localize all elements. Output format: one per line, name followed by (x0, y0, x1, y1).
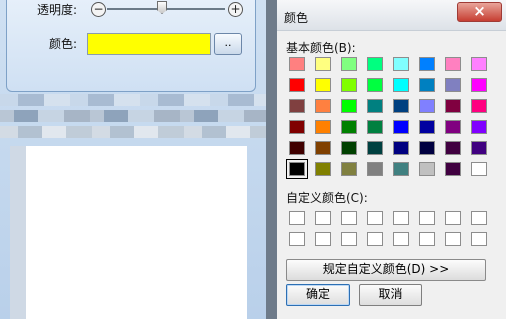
window-gap (266, 0, 276, 319)
basic-color-swatch[interactable] (315, 78, 331, 92)
basic-color-swatch[interactable] (289, 57, 305, 71)
custom-color-swatch[interactable] (471, 211, 487, 225)
basic-color-swatch[interactable] (289, 141, 305, 155)
custom-color-swatch[interactable] (367, 232, 383, 246)
dialog-titlebar: 颜色 × (277, 0, 506, 31)
basic-color-swatch[interactable] (341, 57, 357, 71)
define-custom-colors-button[interactable]: 规定自定义颜色(D) >> (286, 259, 486, 281)
dialog-title: 颜色 (284, 11, 309, 25)
opacity-slider-thumb[interactable] (157, 1, 167, 14)
basic-color-swatch[interactable] (419, 78, 435, 92)
custom-colors-grid (289, 211, 487, 246)
selected-color-swatch[interactable] (87, 33, 211, 55)
basic-color-swatch[interactable] (367, 141, 383, 155)
custom-color-swatch[interactable] (393, 232, 409, 246)
custom-color-swatch[interactable] (289, 211, 305, 225)
custom-color-swatch[interactable] (289, 232, 305, 246)
custom-color-swatch[interactable] (341, 232, 357, 246)
basic-color-swatch[interactable] (471, 57, 487, 71)
custom-color-swatch[interactable] (445, 211, 461, 225)
left-sidebar-strip (10, 146, 26, 319)
basic-color-swatch[interactable] (315, 99, 331, 113)
basic-color-swatch[interactable] (445, 78, 461, 92)
plus-circle-icon[interactable]: + (228, 2, 243, 17)
basic-color-swatch[interactable] (419, 57, 435, 71)
basic-color-swatch[interactable] (341, 162, 357, 176)
basic-color-swatch[interactable] (341, 78, 357, 92)
basic-color-swatch[interactable] (445, 120, 461, 134)
basic-color-swatch[interactable] (393, 120, 409, 134)
basic-color-swatch[interactable] (393, 57, 409, 71)
blurred-background-strip (0, 126, 266, 138)
basic-color-swatch[interactable] (367, 78, 383, 92)
basic-color-swatch[interactable] (341, 120, 357, 134)
basic-color-swatch[interactable] (315, 141, 331, 155)
custom-color-swatch[interactable] (471, 232, 487, 246)
basic-color-swatch[interactable] (367, 57, 383, 71)
basic-color-swatch[interactable] (315, 120, 331, 134)
basic-color-swatch[interactable] (289, 99, 305, 113)
basic-color-swatch[interactable] (471, 120, 487, 134)
basic-colors-grid (286, 57, 487, 179)
ok-button[interactable]: 确定 (286, 284, 350, 306)
custom-color-swatch[interactable] (315, 211, 331, 225)
opacity-label: 透明度: (37, 3, 78, 17)
color-browse-button[interactable]: .. (214, 33, 242, 55)
basic-color-swatch[interactable] (445, 141, 461, 155)
settings-box: 透明度: − + 颜色: .. (6, 0, 256, 92)
blurred-background-strip (0, 94, 266, 106)
dialog-body: 基本颜色(B): 自定义颜色(C): 规定自定义颜色(D) >> 确定 取消 (277, 31, 506, 319)
basic-color-swatch[interactable] (393, 78, 409, 92)
basic-color-swatch[interactable] (393, 99, 409, 113)
background-app-panel: 透明度: − + 颜色: .. (0, 0, 266, 319)
basic-color-swatch[interactable] (289, 120, 305, 134)
basic-color-swatch[interactable] (341, 141, 357, 155)
custom-color-swatch[interactable] (315, 232, 331, 246)
custom-color-swatch[interactable] (341, 211, 357, 225)
basic-color-swatch[interactable] (367, 162, 383, 176)
basic-color-swatch[interactable] (367, 120, 383, 134)
basic-color-swatch[interactable] (315, 162, 331, 176)
custom-color-swatch[interactable] (419, 211, 435, 225)
custom-color-swatch[interactable] (393, 211, 409, 225)
basic-color-swatch[interactable] (286, 159, 308, 179)
basic-color-swatch[interactable] (471, 141, 487, 155)
basic-color-swatch[interactable] (445, 162, 461, 176)
basic-color-swatch[interactable] (341, 99, 357, 113)
basic-color-swatch[interactable] (367, 99, 383, 113)
cancel-button[interactable]: 取消 (359, 284, 422, 306)
basic-color-swatch[interactable] (419, 120, 435, 134)
basic-color-swatch[interactable] (471, 78, 487, 92)
basic-color-swatch[interactable] (315, 57, 331, 71)
basic-color-swatch[interactable] (393, 141, 409, 155)
basic-colors-label: 基本颜色(B): (286, 41, 356, 55)
close-button[interactable]: × (457, 2, 502, 22)
custom-color-swatch[interactable] (419, 232, 435, 246)
basic-color-swatch[interactable] (445, 57, 461, 71)
basic-color-swatch[interactable] (393, 162, 409, 176)
basic-color-swatch[interactable] (419, 162, 435, 176)
color-label: 颜色: (49, 37, 78, 51)
basic-color-swatch[interactable] (419, 99, 435, 113)
white-content-area (26, 146, 247, 319)
custom-color-swatch[interactable] (445, 232, 461, 246)
blurred-background-strip (0, 110, 266, 122)
color-dialog: 颜色 × 基本颜色(B): 自定义颜色(C): 规定自定义颜色(D) >> 确定… (276, 0, 506, 319)
minus-circle-icon[interactable]: − (91, 2, 106, 17)
basic-color-swatch[interactable] (289, 78, 305, 92)
basic-color-swatch[interactable] (471, 99, 487, 113)
basic-color-swatch[interactable] (471, 162, 487, 176)
basic-color-swatch[interactable] (419, 141, 435, 155)
custom-colors-label: 自定义颜色(C): (286, 191, 368, 205)
custom-color-swatch[interactable] (367, 211, 383, 225)
basic-color-swatch[interactable] (445, 99, 461, 113)
